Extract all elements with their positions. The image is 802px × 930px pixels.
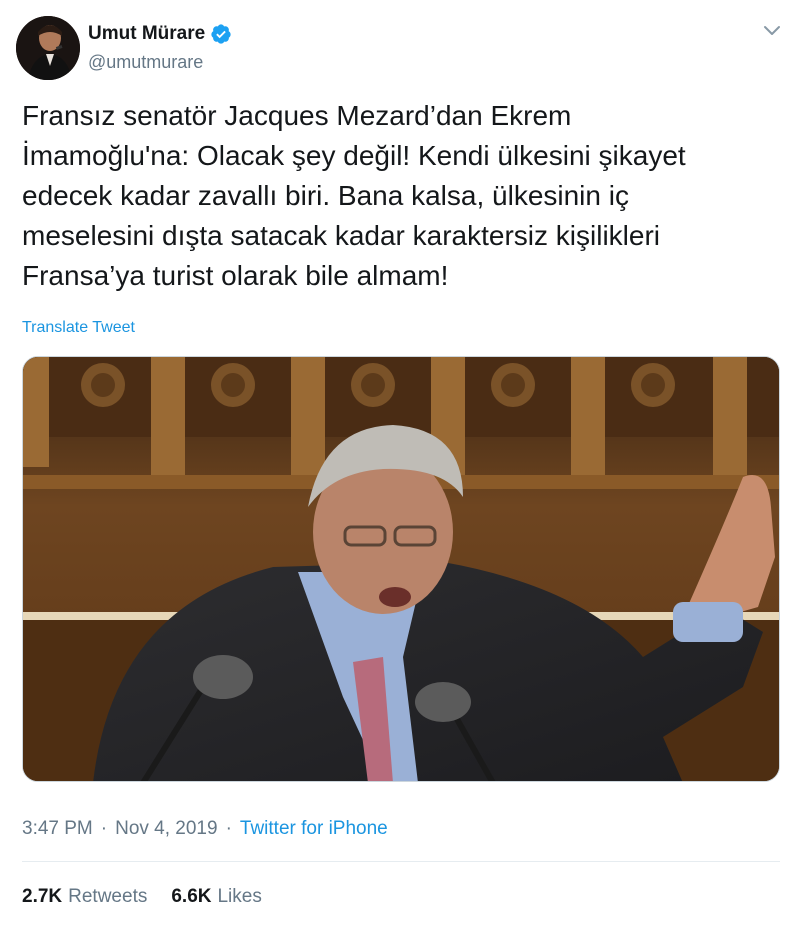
tweet-card: Umut Mürare @umutmurare Fransız senatör … [0, 0, 802, 930]
likes-stat[interactable]: 6.6K Likes [171, 886, 262, 908]
tweet-stats: 2.7K Retweets 6.6K Likes [22, 886, 286, 908]
likes-label: Likes [217, 886, 262, 907]
tweet-source-link[interactable]: Twitter for iPhone [240, 818, 388, 840]
chevron-down-icon[interactable] [760, 18, 784, 42]
retweets-stat[interactable]: 2.7K Retweets [22, 886, 147, 908]
senate-speaker-photo [23, 357, 779, 781]
retweets-label: Retweets [68, 886, 148, 907]
tweet-date[interactable]: Nov 4, 2019 [115, 818, 217, 840]
author-names: Umut Mürare @umutmurare [88, 22, 232, 73]
tweet-meta: 3:47 PM · Nov 4, 2019 · Twitter for iPho… [22, 818, 388, 840]
tweet-time[interactable]: 3:47 PM [22, 818, 93, 840]
author-handle[interactable]: @umutmurare [88, 52, 232, 73]
avatar-image [16, 16, 80, 80]
tweet-header: Umut Mürare @umutmurare [16, 14, 786, 80]
meta-separator: · [100, 818, 108, 839]
retweets-count: 2.7K [22, 886, 63, 907]
verified-badge-icon [210, 23, 232, 45]
tweet-photo[interactable] [22, 356, 780, 782]
display-name-row: Umut Mürare [88, 22, 232, 46]
display-name[interactable]: Umut Mürare [88, 23, 205, 45]
translate-tweet-link[interactable]: Translate Tweet [22, 319, 135, 337]
avatar[interactable] [16, 16, 80, 80]
divider [22, 861, 780, 862]
tweet-text: Fransız senatör Jacques Mezard’dan Ekrem… [22, 100, 686, 291]
meta-separator: · [225, 818, 232, 839]
likes-count: 6.6K [171, 886, 212, 907]
